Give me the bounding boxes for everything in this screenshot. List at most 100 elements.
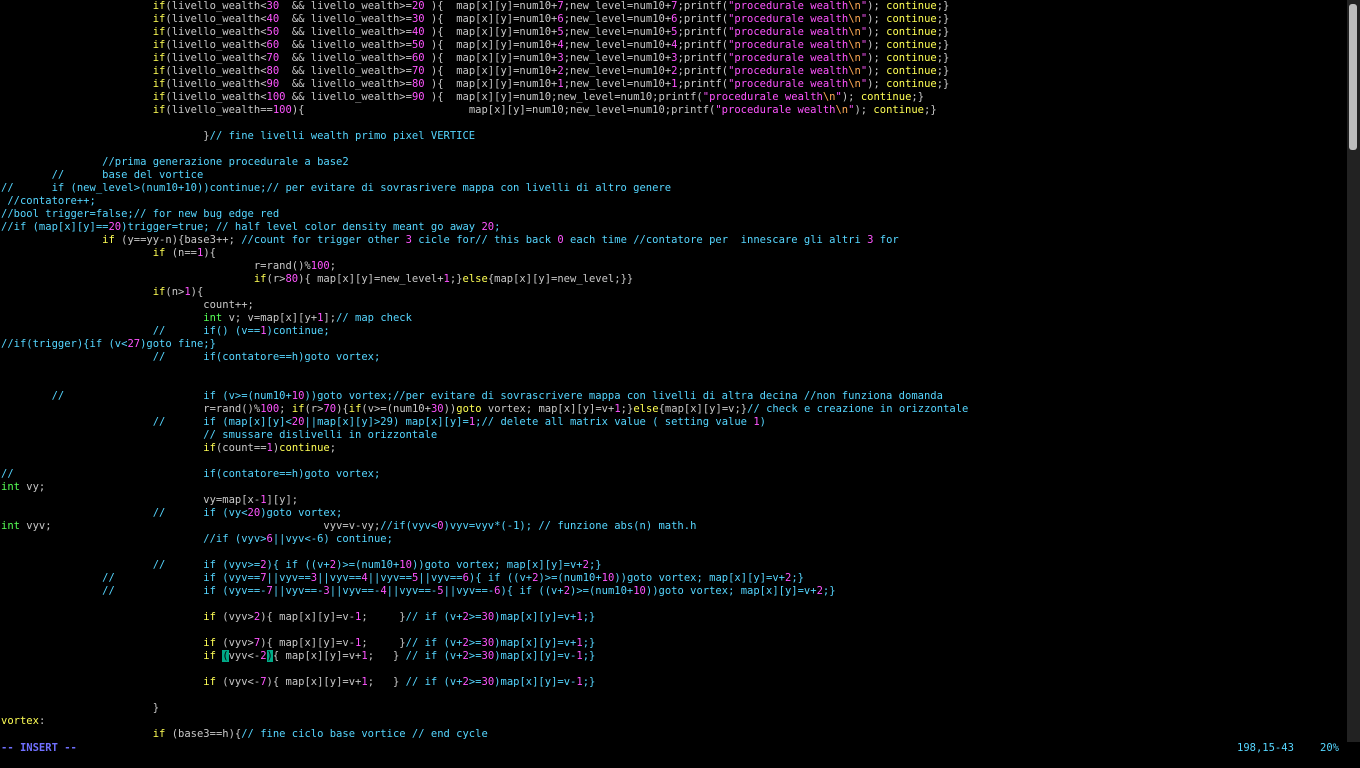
code-line[interactable]: //if (vyv>6||vyv<-6) continue; (1, 533, 393, 546)
code-token: ){ (336, 403, 349, 415)
code-token: if (1, 104, 166, 116)
code-line[interactable]: // if (vyv>=2){ if ((v+2)>=(num10+10))go… (1, 559, 602, 572)
code-token: 30 (481, 676, 495, 688)
code-line[interactable]: r=rand()%100; (1, 260, 336, 273)
code-token: ){ map[x][y]=num10;new_level=num10;print… (291, 104, 716, 116)
code-line[interactable]: }// fine livelli wealth primo pixel VERT… (1, 130, 475, 143)
code-token: ); (867, 13, 887, 25)
code-line[interactable]: //prima generazione procedurale a base2 (1, 156, 349, 169)
code-token: for (873, 234, 899, 246)
code-token: )map[x][y]=v+ (494, 611, 577, 623)
code-token: continue (860, 91, 912, 103)
code-token: ;} (791, 572, 804, 584)
code-line[interactable]: if (y==yy-n){base3++; //count for trigge… (1, 234, 899, 247)
code-line[interactable]: if(livello_wealth<60 && livello_wealth>=… (1, 39, 950, 52)
code-line[interactable]: // if (vy<20)goto vortex; (1, 507, 343, 520)
code-line[interactable]: // if(contatore==h)goto vortex; (1, 351, 381, 364)
code-token: ;} (936, 0, 950, 12)
code-token: ; } (361, 637, 406, 649)
code-token: // if (new_level>(num10+10))continue;// … (1, 182, 672, 194)
code-line[interactable]: // if (map[x][y]<20||map[x][y]>29) map[x… (1, 416, 766, 429)
code-line[interactable]: int vyv; vyv=v-vy;//if(vyv<0)vyv=vyv*(-1… (1, 520, 696, 533)
code-line[interactable]: if(livello_wealth<100 && livello_wealth>… (1, 91, 924, 104)
code-line[interactable]: // smussare dislivelli in orizzontale (1, 429, 437, 442)
code-token: (vyv> (215, 637, 254, 649)
code-line[interactable]: count++; (1, 299, 254, 312)
code-token: && livello_wealth>= (279, 39, 412, 51)
code-token: } (1, 702, 160, 714)
code-token: )>=(num10+ (538, 572, 602, 584)
code-token: if (1, 611, 216, 623)
code-line[interactable]: // if (v>=(num10+10))goto vortex;//per e… (1, 390, 943, 403)
code-token: ;} (582, 611, 596, 623)
code-token: 100 (260, 403, 280, 415)
code-token: vy; (19, 481, 46, 493)
code-line[interactable]: if (vyv<-7){ map[x][y]=v+1; } // if (v+2… (1, 676, 595, 689)
code-line[interactable]: // if(contatore==h)goto vortex; (1, 468, 380, 481)
code-line[interactable]: r=rand()%100; if(r>70){if(v>=(num10+30))… (1, 403, 968, 416)
code-token: (vyv<- (215, 676, 261, 688)
code-line[interactable]: // base del vortice (1, 169, 204, 182)
code-line[interactable]: if(livello_wealth<80 && livello_wealth>=… (1, 65, 950, 78)
code-token: ); (841, 91, 861, 103)
code-line[interactable]: if(livello_wealth<90 && livello_wealth>=… (1, 78, 950, 91)
code-line[interactable]: vortex: (1, 715, 45, 728)
code-token: (base3==h){ (165, 728, 242, 740)
code-line[interactable]: if (n==1){ (1, 247, 216, 260)
code-token: //if (vyv> (1, 533, 267, 545)
code-token: // smussare dislivelli in orizzontale (1, 429, 438, 441)
code-token: // if (v>=(num10+ (1, 390, 292, 402)
code-line[interactable]: vy=map[x-1][y]; (1, 494, 298, 507)
code-line[interactable]: if(livello_wealth==100){ map[x][y]=num10… (1, 104, 937, 117)
code-line[interactable]: if(count==1)continue; (1, 442, 336, 455)
code-line[interactable]: if(livello_wealth<70 && livello_wealth>=… (1, 52, 950, 65)
code-token: continue (886, 52, 937, 64)
code-line[interactable]: if (vyv>2){ map[x][y]=v-1; }// if (v+2>=… (1, 611, 595, 624)
code-line[interactable]: //if(trigger){if (v<27)goto fine;} (1, 338, 216, 351)
code-line[interactable]: if(livello_wealth<40 && livello_wealth>=… (1, 13, 950, 26)
code-token: // if (vyv== (1, 572, 261, 584)
code-line[interactable]: if (base3==h){// fine ciclo base vortice… (1, 728, 488, 741)
code-token: 60 (266, 39, 280, 51)
code-line[interactable]: // if (vyv==-7||vyv==-3||vyv==-4||vyv==-… (1, 585, 835, 598)
code-token: (vyv> (215, 611, 254, 623)
code-token: ; (329, 260, 337, 272)
code-token: )map[x][y]=v- (494, 650, 577, 662)
code-line[interactable]: } (1, 702, 159, 715)
code-line[interactable]: //bool trigger=false;// for new bug edge… (1, 208, 279, 221)
code-line[interactable]: int vy; (1, 481, 45, 494)
code-line[interactable]: if(r>80){ map[x][y]=new_level+1;}else{ma… (1, 273, 633, 286)
code-line[interactable]: if (vyv<-2){ map[x][y]=v+1; } // if (v+2… (1, 650, 595, 663)
code-token: vortex; map[x][y]=v+ (481, 403, 615, 415)
code-line[interactable]: // if (new_level>(num10+10))continue;// … (1, 182, 671, 195)
code-token: 20 (481, 221, 495, 233)
code-line[interactable]: //contatore++; (1, 195, 96, 208)
code-line[interactable]: if(livello_wealth<50 && livello_wealth>=… (1, 26, 950, 39)
code-token: ){ if ((v+ (500, 585, 564, 597)
code-token: ;} (582, 650, 596, 662)
code-token: 70 (266, 52, 280, 64)
vertical-scrollbar[interactable] (1347, 0, 1360, 742)
code-line[interactable]: //if (map[x][y]==20)trigger=true; // hal… (1, 221, 500, 234)
code-token: if (348, 403, 362, 415)
code-line[interactable]: if(livello_wealth<30 && livello_wealth>=… (1, 0, 950, 13)
code-token: // if (v+ (405, 676, 463, 688)
code-token: ||vyv== (367, 572, 412, 584)
code-token: 10 (399, 559, 412, 571)
code-token: if (1, 234, 115, 246)
code-token: ){ map[x][y]=num10+ (424, 65, 558, 77)
scrollbar-thumb[interactable] (1349, 4, 1357, 150)
code-line[interactable]: if (vyv>7){ map[x][y]=v-1; }// if (v+2>=… (1, 637, 595, 650)
code-token: && livello_wealth>= (285, 91, 412, 103)
code-token: )) (443, 403, 457, 415)
code-token: ||vyv==- (386, 585, 438, 597)
code-token: ;} (582, 637, 596, 649)
code-line[interactable]: // if() (v==1)continue; (1, 325, 330, 338)
code-editor[interactable]: if (livello_wealth< 30 && livello_wealth>=… (0, 0, 1346, 742)
code-line[interactable]: // if (vyv==7||vyv==3||vyv==4||vyv==5||v… (1, 572, 804, 585)
code-token: if (1, 286, 166, 298)
code-token: (livello_wealth< (165, 52, 267, 64)
code-line[interactable]: int v; v=map[x][y+1];// map check (1, 312, 412, 325)
code-line[interactable]: if(n>1){ (1, 286, 204, 299)
code-token: if (1, 247, 166, 259)
